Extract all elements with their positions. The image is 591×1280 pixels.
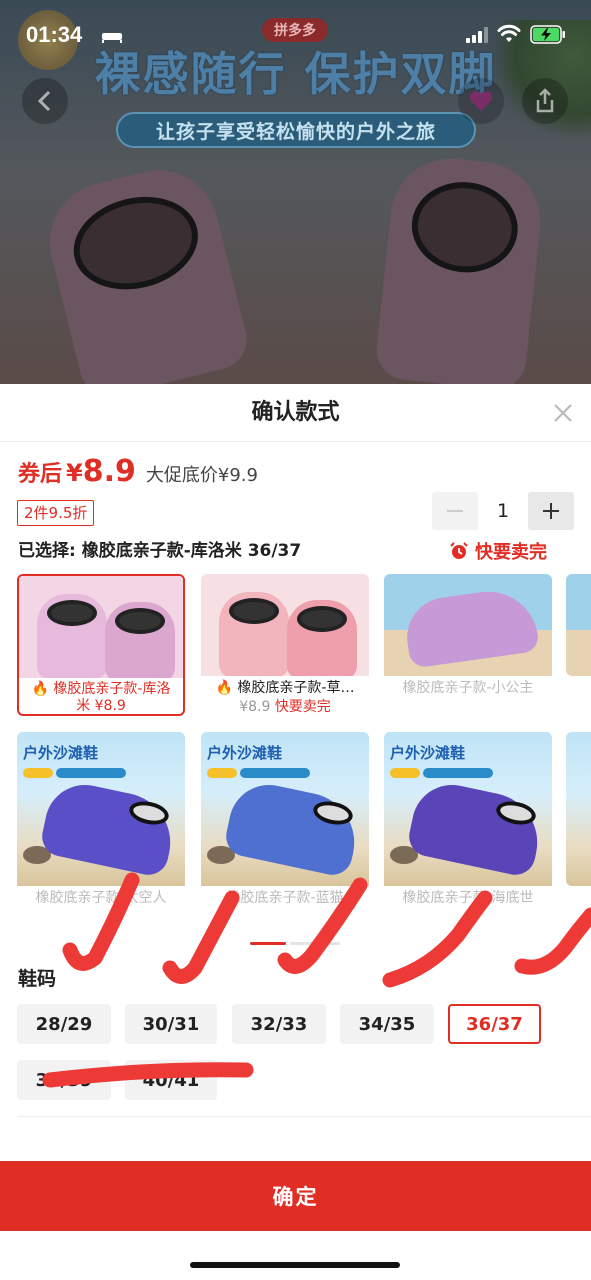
style-thumbnail <box>384 574 552 676</box>
grid-page-indicator <box>250 942 340 945</box>
cell-signal-icon <box>466 27 488 43</box>
share-button[interactable] <box>522 78 568 124</box>
page-indicator-track <box>290 942 340 945</box>
increase-quantity-button[interactable] <box>528 492 574 530</box>
favorite-button[interactable] <box>458 78 504 124</box>
price-value: 8.9 <box>82 454 136 489</box>
size-option-32-33[interactable]: 32/33 <box>232 1004 326 1044</box>
price-row: 券后 ¥ 8.9 大促底价¥9.9 <box>18 454 258 489</box>
quantity-stepper: 1 <box>432 492 574 530</box>
back-button[interactable] <box>22 78 68 124</box>
size-option-28-29[interactable]: 28/29 <box>17 1004 111 1044</box>
size-option-40-41[interactable]: 40/41 <box>125 1060 217 1100</box>
coupon-label: 券后 <box>18 462 63 487</box>
chevron-left-icon <box>37 90 51 112</box>
sheet-title: 确认款式 <box>0 384 591 442</box>
close-icon[interactable] <box>552 402 574 424</box>
thumbnail-banner: 户外沙滩鞋 <box>207 744 283 762</box>
style-thumbnail: 户外沙滩鞋 <box>384 732 552 886</box>
style-name: 橡胶底亲子款-蓝猫 <box>226 890 344 906</box>
style-option-partial-next-2[interactable] <box>566 732 591 886</box>
style-price: ¥8.9 <box>94 698 126 714</box>
thumbnail-banner: 户外沙滩鞋 <box>390 744 466 762</box>
style-selection-sheet: 确认款式 券后 ¥ 8.9 大促底价¥9.9 2件9.5折 1 已选择: 橡胶底… <box>0 384 591 1280</box>
size-option-38-39[interactable]: 38/39 <box>17 1060 111 1100</box>
fire-icon: 🔥 <box>215 680 233 696</box>
style-price: ¥8.9 <box>239 699 271 715</box>
heart-icon <box>469 91 493 111</box>
alarm-clock-icon <box>450 542 468 559</box>
style-grid: 🔥 橡胶底亲子款-库洛米 ¥8.9 🔥 橡胶底亲子款-草… ¥8.9 快要卖完 <box>0 574 591 934</box>
selling-fast-note: 快要卖完 <box>274 699 331 715</box>
page-indicator-active <box>250 942 286 945</box>
selling-fast-label: 快要卖完 <box>475 542 547 563</box>
promo-price: 大促底价¥9.9 <box>145 465 258 486</box>
shoe-photo-left <box>37 157 253 384</box>
style-option-undersea-world[interactable]: 户外沙滩鞋 橡胶底亲子款-海底世 <box>384 732 552 911</box>
confirm-button[interactable]: 确定 <box>0 1161 591 1231</box>
style-thumbnail <box>566 732 591 886</box>
style-thumbnail: 户外沙滩鞋 <box>17 732 185 886</box>
style-option-strawberry-bear[interactable]: 🔥 橡胶底亲子款-草… ¥8.9 快要卖完 <box>201 574 369 720</box>
size-option-34-35[interactable]: 34/35 <box>340 1004 434 1044</box>
style-name: 橡胶底亲子款-小公主 <box>402 680 534 696</box>
home-indicator <box>190 1262 400 1268</box>
style-thumbnail <box>201 574 369 676</box>
plus-icon <box>543 503 559 519</box>
style-name: 橡胶底亲子款-海底世 <box>402 890 534 906</box>
product-style-picker: 拼多多 裸感随行 保护双脚 让孩子享受轻松愉快的户外之旅 01:34 确认款式 … <box>0 0 591 1280</box>
style-option-kuromi[interactable]: 🔥 橡胶底亲子款-库洛米 ¥8.9 <box>17 574 185 716</box>
status-bar: 01:34 <box>0 0 591 70</box>
style-name: 橡胶底亲子款-太空人 <box>35 890 167 906</box>
thumbnail-banner: 户外沙滩鞋 <box>23 744 99 762</box>
style-option-partial-next[interactable] <box>566 574 591 676</box>
battery-charging-icon <box>530 25 565 44</box>
style-option-astronaut[interactable]: 户外沙滩鞋 橡胶底亲子款-太空人 <box>17 732 185 911</box>
wifi-icon <box>497 24 521 42</box>
divider <box>18 1116 591 1117</box>
minus-icon <box>447 510 463 512</box>
selling-fast-badge: 快要卖完 <box>449 538 547 564</box>
fire-icon: 🔥 <box>31 681 49 697</box>
status-time: 01:34 <box>26 22 83 47</box>
size-option-30-31[interactable]: 30/31 <box>125 1004 217 1044</box>
style-thumbnail: 户外沙滩鞋 <box>201 732 369 886</box>
style-option-blue-cat[interactable]: 户外沙滩鞋 橡胶底亲子款-蓝猫 <box>201 732 369 911</box>
size-section-title: 鞋码 <box>18 968 57 990</box>
quantity-value[interactable]: 1 <box>478 492 528 530</box>
style-option-little-princess[interactable]: 橡胶底亲子款-小公主 <box>384 574 552 701</box>
shoe-photo-right <box>373 152 547 384</box>
style-name: 橡胶底亲子款-草… <box>237 680 355 696</box>
style-thumbnail <box>566 574 591 676</box>
discount-tag: 2件9.5折 <box>17 500 95 526</box>
selected-summary: 已选择: 橡胶底亲子款-库洛米 36/37 <box>18 541 302 561</box>
share-icon <box>536 88 554 113</box>
decrease-quantity-button[interactable] <box>432 492 478 530</box>
size-option-36-37[interactable]: 36/37 <box>448 1004 541 1044</box>
price-currency: ¥ <box>66 459 83 487</box>
style-thumbnail <box>19 576 183 678</box>
banner-subline: 让孩子享受轻松愉快的户外之旅 <box>116 112 476 148</box>
sleep-mode-icon <box>102 33 122 43</box>
